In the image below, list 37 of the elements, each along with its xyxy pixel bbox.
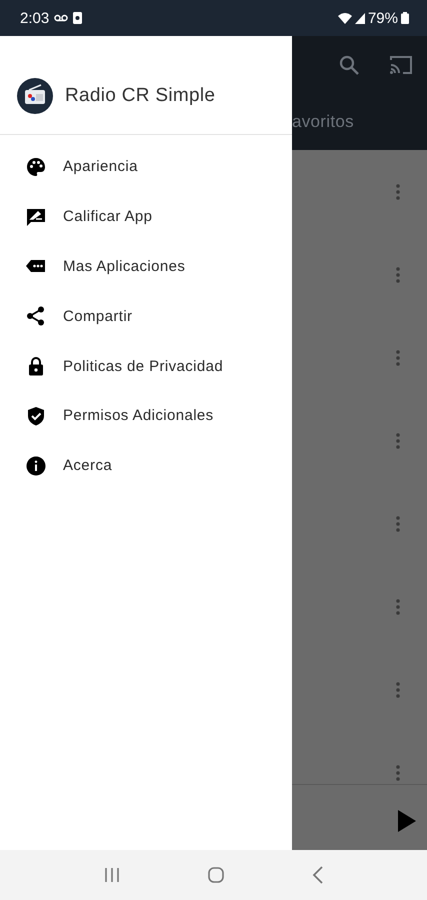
notification-icon: [73, 12, 82, 24]
play-icon[interactable]: [398, 810, 416, 832]
share-icon: [26, 306, 46, 326]
shield-check-icon: [26, 406, 46, 426]
more-options-icon[interactable]: [396, 266, 400, 282]
more-options-icon[interactable]: [396, 682, 400, 698]
search-icon[interactable]: [338, 54, 360, 76]
drawer-menu-item[interactable]: Politicas de Privacidad: [0, 341, 292, 391]
more-options-icon[interactable]: [396, 432, 400, 448]
drawer-menu-item[interactable]: Acerca: [0, 440, 292, 491]
drawer-menu-item[interactable]: Compartir: [0, 291, 292, 342]
more-options-icon[interactable]: [396, 764, 400, 780]
lock-icon: [26, 356, 46, 376]
back-icon[interactable]: [312, 866, 324, 884]
home-icon[interactable]: [206, 866, 224, 884]
recent-apps-icon[interactable]: [104, 867, 120, 883]
drawer-menu-item[interactable]: Mas Aplicaciones: [0, 242, 292, 292]
status-time: 2:03: [20, 10, 50, 26]
wifi-icon: [338, 12, 352, 24]
radio-logo-icon: [17, 78, 53, 114]
rating-comment-icon: [26, 206, 46, 227]
drawer-menu-item[interactable]: Apariencia: [0, 142, 292, 192]
tab-label[interactable]: avoritos: [292, 112, 427, 132]
palette-icon: [26, 156, 46, 177]
drawer-menu-item[interactable]: Permisos Adicionales: [0, 390, 292, 441]
drawer-menu-item[interactable]: Calificar App: [0, 192, 292, 242]
info-icon: [26, 456, 46, 476]
more-options-icon[interactable]: [396, 516, 400, 532]
battery-icon: [401, 12, 409, 24]
cast-icon[interactable]: [389, 55, 413, 75]
more-options-icon[interactable]: [396, 184, 400, 200]
more-options-icon[interactable]: [396, 598, 400, 614]
signal-icon: [354, 12, 365, 24]
voicemail-icon: [54, 14, 68, 22]
battery-percent: 79%: [368, 10, 398, 26]
more-options-icon[interactable]: [396, 350, 400, 366]
app-title: Radio CR Simple: [65, 85, 216, 107]
